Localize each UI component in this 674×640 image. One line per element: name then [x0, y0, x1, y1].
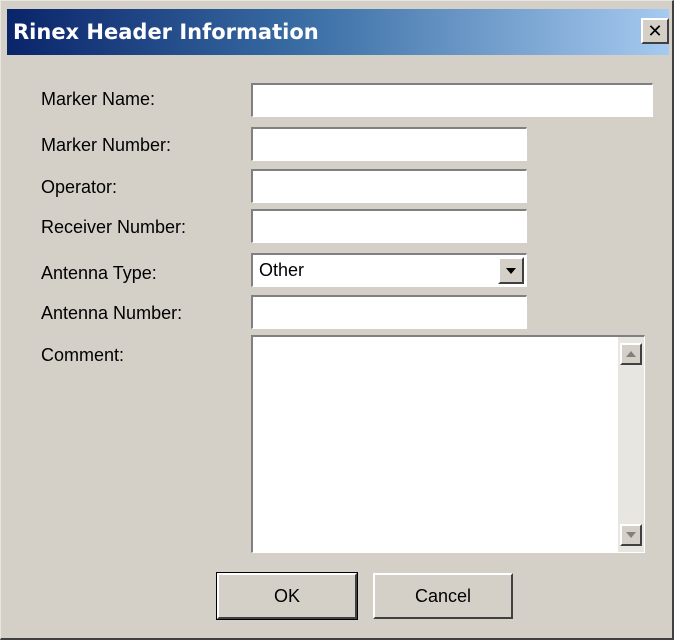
operator-label: Operator: — [41, 177, 118, 197]
chevron-down-icon — [506, 267, 516, 274]
marker-name-label: Marker Name: — [41, 89, 156, 109]
antenna-number-label: Antenna Number: — [41, 303, 183, 323]
antenna-type-value: Other — [259, 260, 305, 280]
window-title: Rinex Header Information — [13, 20, 319, 44]
close-button[interactable]: ✕ — [641, 18, 669, 44]
title-bar[interactable]: Rinex Header Information ✕ — [7, 9, 669, 55]
marker-number-input[interactable] — [251, 127, 527, 161]
comment-label: Comment: — [41, 345, 125, 365]
antenna-type-select[interactable]: Other — [251, 253, 527, 287]
cancel-button[interactable]: Cancel — [373, 573, 513, 619]
dropdown-button[interactable] — [498, 257, 524, 284]
comment-scrollbar[interactable] — [618, 337, 644, 552]
operator-input[interactable] — [251, 169, 527, 203]
close-icon: ✕ — [647, 20, 663, 42]
comment-textarea[interactable] — [251, 335, 645, 553]
receiver-number-input[interactable] — [251, 209, 527, 243]
marker-number-label: Marker Number: — [41, 135, 172, 155]
scroll-down-icon — [626, 532, 636, 538]
scroll-up-button[interactable] — [620, 343, 642, 365]
receiver-number-label: Receiver Number: — [41, 217, 187, 237]
marker-name-input[interactable] — [251, 83, 653, 117]
ok-button[interactable]: OK — [216, 572, 358, 620]
scroll-down-button[interactable] — [620, 524, 642, 546]
antenna-type-label: Antenna Type: — [41, 263, 157, 283]
rinex-header-dialog: Rinex Header Information ✕ Marker Name: … — [0, 0, 674, 640]
scroll-up-icon — [626, 351, 636, 357]
antenna-number-input[interactable] — [251, 295, 527, 329]
